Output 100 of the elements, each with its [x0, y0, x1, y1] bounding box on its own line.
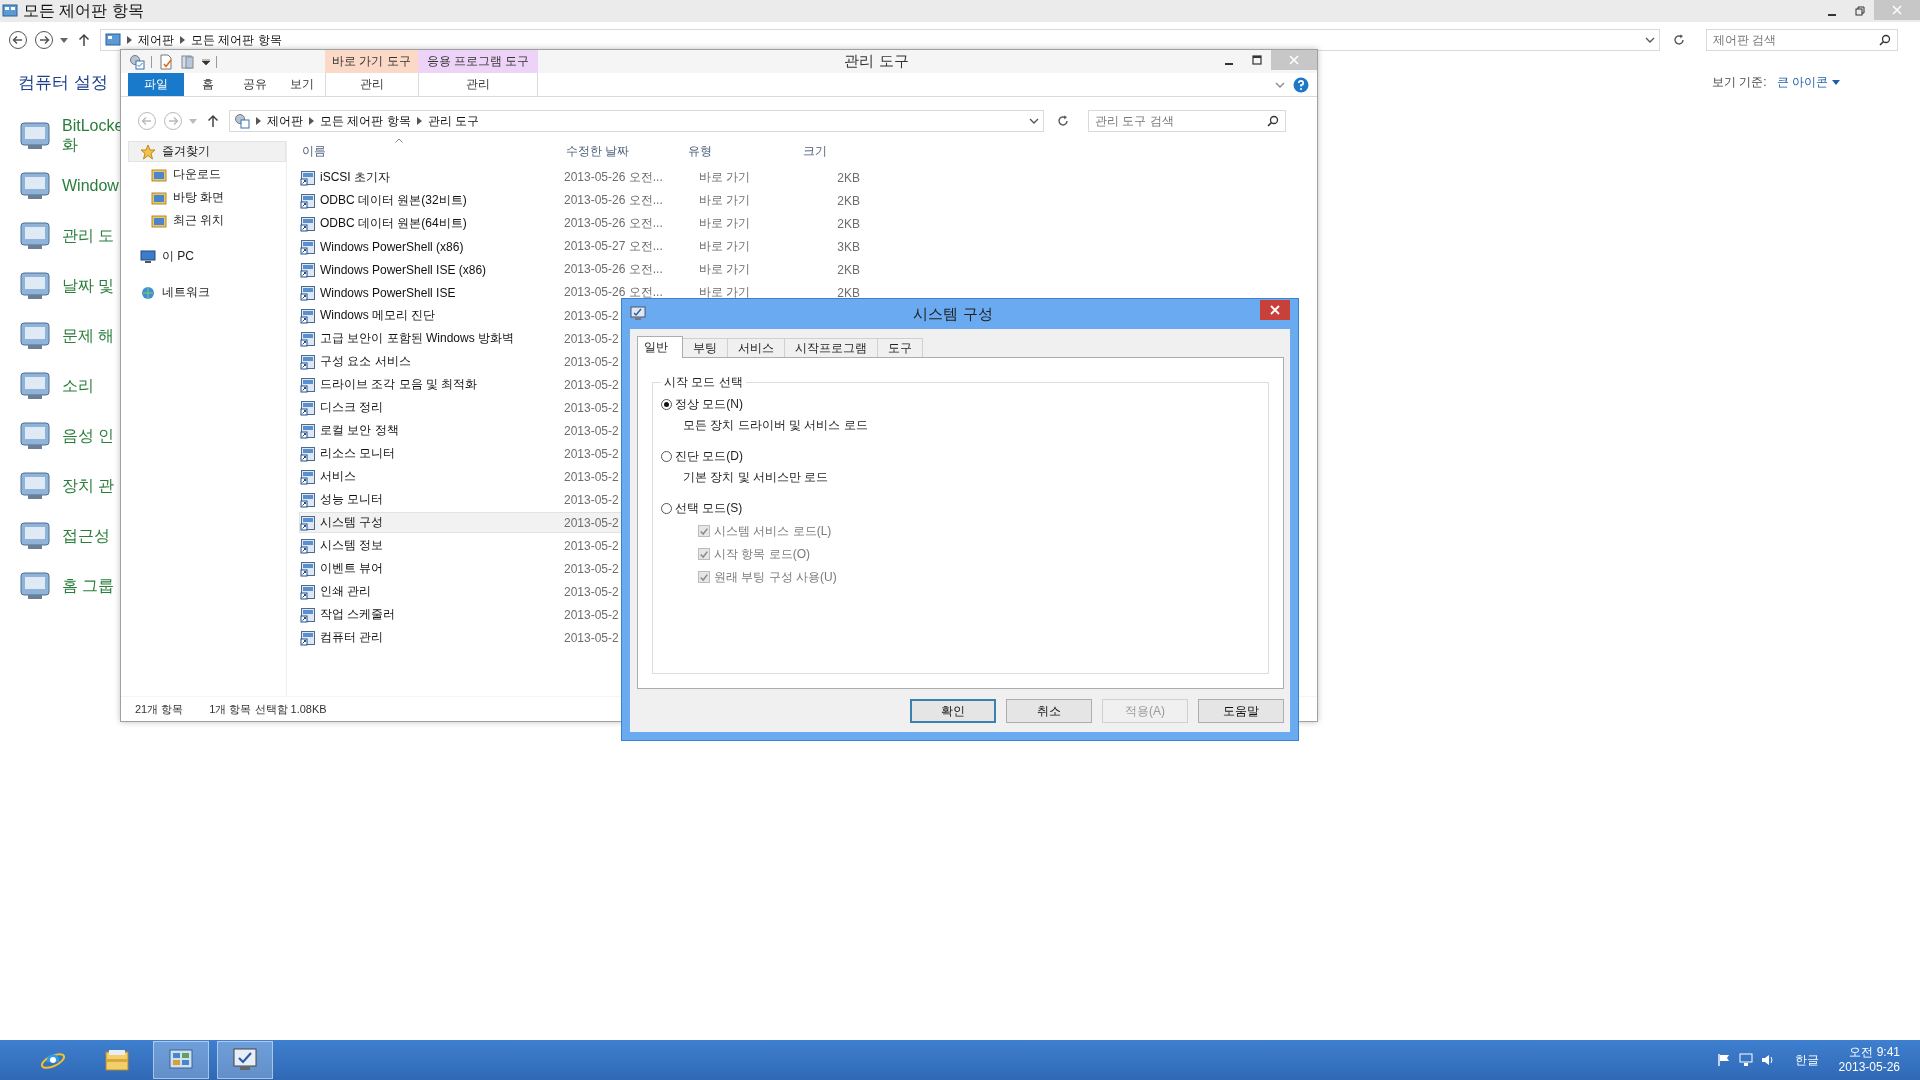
dialog-button[interactable]: 도움말	[1198, 699, 1284, 723]
monitor-check-icon	[630, 306, 646, 322]
taskbar-app-button[interactable]	[153, 1041, 209, 1079]
file-name: 성능 모니터	[320, 491, 384, 508]
tab[interactable]: 일반	[637, 336, 683, 358]
breadcrumb-item[interactable]: 관리 도구	[427, 112, 479, 130]
refresh-icon[interactable]	[1056, 114, 1070, 128]
chevron-down-icon[interactable]	[1275, 81, 1285, 88]
address-bar[interactable]: 제어판 모든 제어판 항목	[100, 29, 1660, 51]
column-header[interactable]: 크기	[799, 143, 869, 160]
chevron-icon	[256, 117, 261, 125]
page-heading: 컴퓨터 설정	[18, 72, 109, 94]
type-cell: 바로 가기	[699, 284, 751, 301]
input-method-indicator[interactable]: 한글	[1794, 1051, 1819, 1069]
applet-link[interactable]: 관리 도	[62, 225, 115, 245]
tab[interactable]: 도구	[877, 338, 923, 357]
up-arrow-icon[interactable]	[207, 114, 219, 128]
applet-link[interactable]: 접근성	[62, 525, 110, 545]
size-cell-text: 3KB	[836, 239, 860, 254]
column-header[interactable]: 수정한 날짜	[563, 143, 685, 160]
date-cell: 2013-05-2	[564, 400, 619, 415]
nav-item[interactable]: 다운로드	[128, 164, 286, 185]
radio-option[interactable]: 진단 모드(D)	[661, 447, 1260, 465]
shortcut-icon	[300, 169, 316, 186]
nav-item[interactable]: 바탕 화면	[128, 187, 286, 208]
help-icon[interactable]	[1293, 76, 1309, 93]
shortcut-icon	[300, 261, 316, 278]
radio-button[interactable]	[661, 398, 672, 410]
shortcut-icon	[300, 606, 316, 623]
ribbon-tab[interactable]: 보기	[278, 73, 325, 96]
close-button[interactable]	[1260, 300, 1290, 320]
applet-link[interactable]: 문제 해	[62, 325, 115, 345]
search-icon	[1267, 115, 1279, 127]
tab[interactable]: 서비스	[727, 338, 785, 357]
applet-link[interactable]: 장치 관	[62, 475, 115, 495]
applet-link[interactable]: 음성 인	[62, 425, 115, 445]
shortcut-icon	[300, 192, 316, 209]
forward-icon[interactable]	[34, 30, 54, 50]
type-cell: 바로 가기	[699, 169, 751, 186]
refresh-icon[interactable]	[1672, 33, 1686, 47]
ribbon-tab[interactable]: 공유	[231, 73, 278, 96]
clock-date: 2013-05-26	[1838, 1060, 1900, 1075]
applet-link[interactable]: 소리	[62, 375, 94, 395]
column-header[interactable]: 유형	[685, 143, 799, 160]
tab[interactable]: 시작프로그램	[784, 338, 878, 357]
up-arrow-icon[interactable]	[78, 33, 90, 47]
gear-checklist-icon[interactable]	[129, 53, 145, 70]
breadcrumb-item[interactable]: 모든 제어판 항목	[320, 112, 411, 130]
search-icon	[1879, 34, 1891, 46]
applet-link[interactable]: 홈 그룹	[62, 575, 115, 595]
nav-item[interactable]: 이 PC	[128, 246, 286, 267]
back-icon[interactable]	[8, 30, 28, 50]
radio-button[interactable]	[661, 450, 672, 462]
column-header[interactable]: 이름	[299, 143, 563, 160]
dialog-button[interactable]: 확인	[910, 699, 996, 723]
file-row[interactable]: 작업 스케줄러 2013-05-2	[299, 604, 769, 625]
ribbon-tab[interactable]: 파일	[128, 73, 184, 96]
date-cell: 2013-05-26 오전...	[564, 284, 663, 301]
folder-pages-icon[interactable]	[180, 53, 196, 70]
breadcrumb-item[interactable]: 제어판	[138, 31, 174, 49]
document-check-icon[interactable]	[158, 53, 174, 70]
ribbon-tab[interactable]: 홈	[184, 73, 231, 96]
dialog-button[interactable]: 취소	[1006, 699, 1092, 723]
clock[interactable]: 오전 9:41 2013-05-26	[1838, 1045, 1912, 1075]
ribbon-tab[interactable]: 관리	[418, 73, 538, 96]
dropdown-caret-icon[interactable]	[202, 58, 210, 65]
date-cell: 2013-05-2	[564, 377, 619, 392]
window-title: 모든 제어판 항목	[23, 0, 144, 21]
applet-link[interactable]: Window	[62, 175, 119, 195]
chevron-down-icon[interactable]	[1029, 118, 1039, 124]
speaker-icon[interactable]	[1760, 1053, 1775, 1067]
search-field[interactable]: 제어판 검색	[1706, 29, 1898, 51]
file-name: Windows PowerShell ISE	[320, 285, 456, 300]
nav-item[interactable]: 네트워크	[128, 282, 286, 303]
dropdown-caret-icon[interactable]	[60, 37, 68, 43]
file-name: 시스템 정보	[320, 537, 384, 554]
search-field[interactable]: 관리 도구 검색	[1088, 110, 1286, 132]
file-name: ODBC 데이터 원본(32비트)	[320, 192, 467, 209]
ribbon-tab[interactable]: 관리	[325, 73, 418, 96]
radio-button[interactable]	[661, 502, 672, 514]
maximize-icon	[1252, 55, 1262, 65]
tab[interactable]: 부팅	[682, 338, 728, 357]
network-icon[interactable]	[1738, 1053, 1753, 1067]
radio-option[interactable]: 정상 모드(N)	[661, 395, 1260, 413]
applet-link[interactable]: 날짜 및	[62, 275, 115, 295]
window-title: 관리 도구	[843, 52, 910, 71]
chevron-down-icon[interactable]	[1645, 37, 1655, 43]
breadcrumb-item[interactable]: 제어판	[267, 112, 303, 130]
view-by-dropdown[interactable]: 큰 아이콘	[1776, 74, 1840, 91]
folder-icon	[151, 166, 167, 183]
nav-item[interactable]: 최근 위치	[128, 210, 286, 231]
breadcrumb-item[interactable]: 모든 제어판 항목	[191, 31, 282, 49]
nav-item[interactable]: 즐겨찾기	[128, 141, 286, 162]
file-name: Windows 메모리 진단	[320, 307, 436, 324]
taskbar-app-button[interactable]	[217, 1041, 273, 1079]
address-bar[interactable]: 제어판 모든 제어판 항목 관리 도구	[229, 110, 1044, 132]
context-tab-header: 바로 가기 도구	[325, 50, 418, 73]
close-icon	[1289, 55, 1299, 65]
file-row[interactable]: 컴퓨터 관리 2013-05-2	[299, 627, 769, 648]
flag-icon[interactable]	[1716, 1053, 1731, 1067]
